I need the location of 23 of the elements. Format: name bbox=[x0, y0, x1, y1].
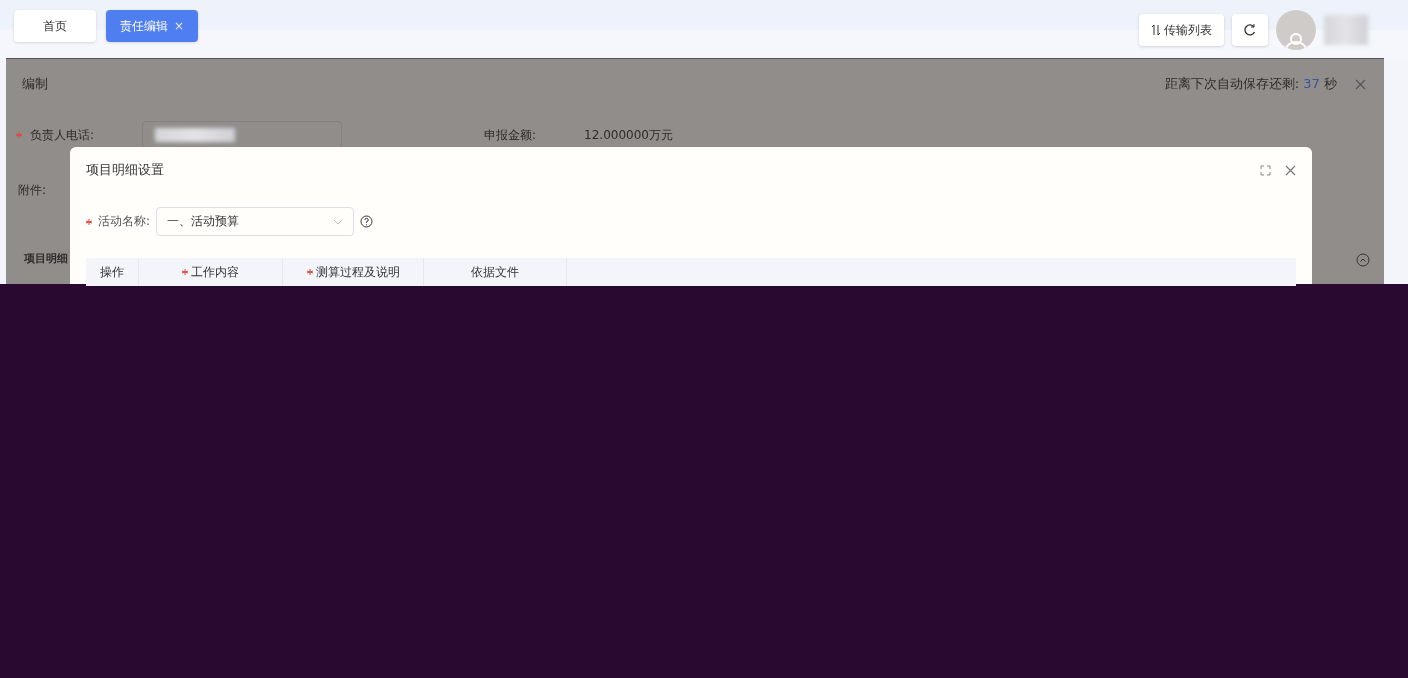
expand-icon[interactable] bbox=[1260, 164, 1271, 176]
collapse-icon[interactable] bbox=[1356, 253, 1370, 267]
transfer-list-button[interactable]: 传输列表 bbox=[1139, 14, 1224, 46]
field-label: 活动名称: bbox=[98, 213, 151, 230]
close-icon[interactable] bbox=[1355, 78, 1366, 90]
field-value: 12.000000万元 bbox=[584, 126, 673, 144]
refresh-button[interactable] bbox=[1232, 14, 1268, 46]
redacted-block bbox=[1324, 15, 1368, 45]
field-label: 负责人电话: bbox=[30, 126, 95, 144]
autosave-countdown: 距离下次自动保存还剩: 37 秒 bbox=[1164, 75, 1337, 93]
help-icon[interactable] bbox=[360, 215, 374, 228]
sort-arrows-icon bbox=[1151, 24, 1161, 36]
chevron-down-icon bbox=[333, 218, 344, 225]
field-label: 附件: bbox=[18, 183, 47, 197]
dialog-title: 项目明细设置 bbox=[86, 161, 164, 179]
section-title: 项目明细 bbox=[24, 251, 68, 266]
close-icon[interactable] bbox=[1285, 164, 1296, 176]
tab[interactable]: 责任编辑 × bbox=[106, 10, 199, 42]
page-title: 编制 bbox=[22, 75, 48, 93]
activity-select[interactable]: 一、活动预算 bbox=[156, 207, 355, 236]
field-label: 申报金额: bbox=[484, 126, 537, 144]
refresh-icon bbox=[1244, 24, 1256, 36]
tab[interactable]: 首页 bbox=[14, 10, 96, 42]
